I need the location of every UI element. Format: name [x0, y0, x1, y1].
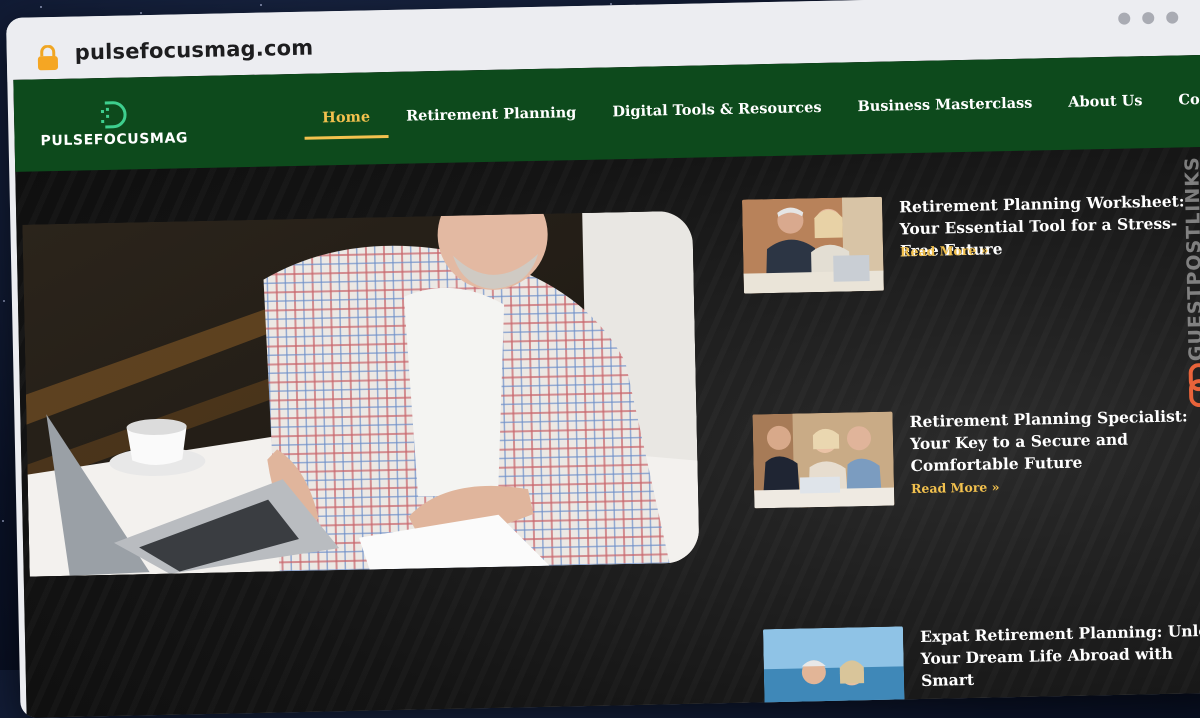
- hero-photo: [22, 210, 700, 577]
- post-thumbnail[interactable]: [752, 411, 895, 509]
- window-dot[interactable]: [1142, 11, 1155, 25]
- read-more-link[interactable]: Read More »: [900, 242, 989, 259]
- logo-text: PULSEFOCUSMAG: [40, 130, 189, 150]
- watermark-text: GUESTPOSTLINKS: [1181, 156, 1200, 362]
- nav-item-digital-tools[interactable]: Digital Tools & Resources: [594, 99, 840, 121]
- nav-item-home[interactable]: Home: [304, 108, 388, 127]
- post-photo: [741, 196, 884, 294]
- nav-item-retirement-planning[interactable]: Retirement Planning: [388, 104, 595, 125]
- web-page: PULSEFOCUSMAG Home Retirement Planning D…: [13, 54, 1200, 718]
- lock-icon: [37, 44, 59, 71]
- post-photo: [762, 626, 905, 718]
- nav-item-about-us[interactable]: About Us: [1050, 92, 1161, 111]
- post-title[interactable]: Expat Retirement Planning: Unlock Your D…: [920, 620, 1200, 692]
- window-dot[interactable]: [1166, 11, 1179, 24]
- post-title[interactable]: Retirement Planning Specialist: Your Key…: [909, 405, 1200, 477]
- read-more-link[interactable]: Read More »: [911, 479, 1000, 496]
- post-card[interactable]: Expat Retirement Planning: Unlock Your D…: [762, 619, 1200, 718]
- post-thumbnail[interactable]: [741, 196, 884, 294]
- url-text[interactable]: pulsefocusmag.com: [74, 36, 313, 65]
- site-logo[interactable]: PULSEFOCUSMAG: [40, 96, 201, 159]
- logo-mark-icon: [100, 101, 127, 129]
- nav-item-business-masterclass[interactable]: Business Masterclass: [839, 94, 1050, 116]
- post-card[interactable]: Retirement Planning Specialist: Your Key…: [752, 405, 1200, 515]
- post-thumbnail[interactable]: [762, 626, 905, 718]
- browser-window: pulsefocusmag.com PULSEFOCUSMAG Home Ret…: [6, 0, 1200, 718]
- hero-image[interactable]: [22, 210, 700, 577]
- window-dot[interactable]: [1118, 12, 1131, 25]
- post-card[interactable]: Retirement Planning Worksheet: Your Esse…: [741, 190, 1200, 300]
- window-controls: [1118, 11, 1179, 25]
- main-nav: Home Retirement Planning Digital Tools &…: [304, 89, 1200, 127]
- nav-item-contact-us[interactable]: Contact Us: [1160, 89, 1200, 109]
- link-chain-icon: [1188, 363, 1200, 408]
- post-photo: [752, 411, 895, 509]
